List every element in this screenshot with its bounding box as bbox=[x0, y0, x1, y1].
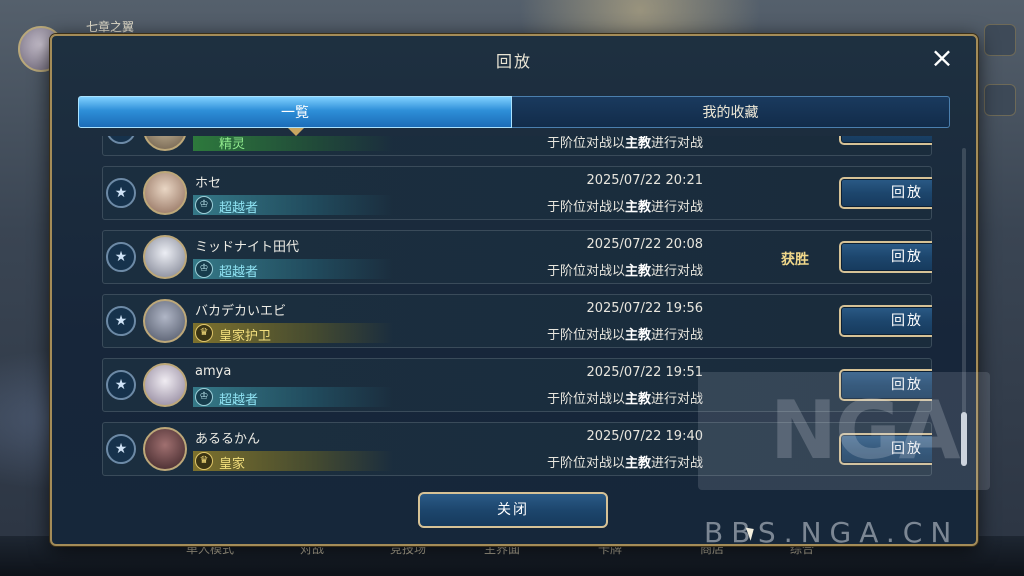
favorite-star-icon[interactable]: ★ bbox=[106, 242, 136, 272]
crown-icon: ♛ bbox=[195, 324, 213, 342]
replay-button[interactable] bbox=[839, 136, 932, 145]
watermark-url: BBS.NGA.CN bbox=[704, 516, 960, 549]
side-menu-icon bbox=[984, 84, 1016, 116]
favorite-star-icon[interactable]: ★ bbox=[106, 370, 136, 400]
avatar bbox=[143, 427, 187, 471]
replay-button[interactable]: 回放 bbox=[839, 305, 932, 337]
avatar bbox=[143, 171, 187, 215]
player-name: ホセ bbox=[195, 176, 222, 191]
player-name: amya bbox=[195, 364, 232, 379]
rank-label: 皇家 bbox=[219, 457, 246, 472]
match-date: 2025/07/22 19:40 bbox=[586, 429, 703, 444]
avatar bbox=[143, 235, 187, 279]
match-desc: 于阶位对战以主教进行对战 bbox=[546, 456, 703, 471]
rank-emblem-icon: ♔ bbox=[195, 260, 213, 278]
match-desc: 于阶位对战以主教进行对战 bbox=[546, 200, 703, 215]
tab-bar: 一覧 我的收藏 bbox=[78, 96, 950, 136]
rank-label: 超越者 bbox=[219, 201, 259, 216]
close-button[interactable]: 关闭 bbox=[418, 492, 608, 528]
avatar bbox=[143, 136, 187, 151]
win-badge: 获胜 bbox=[781, 252, 809, 268]
list-item: ★ ホセ ♔ 超越者 2025/07/22 20:21 于阶位对战以主教进行对战… bbox=[102, 166, 932, 220]
favorite-star-icon[interactable]: ★ bbox=[106, 178, 136, 208]
avatar bbox=[143, 363, 187, 407]
favorite-star-icon[interactable]: ★ bbox=[106, 434, 136, 464]
tab-list[interactable]: 一覧 bbox=[78, 96, 512, 136]
rank-emblem-icon: ♔ bbox=[195, 196, 213, 214]
crown-icon: ♛ bbox=[195, 452, 213, 470]
watermark-text: NGA bbox=[770, 384, 961, 477]
player-name: ミッドナイト田代 bbox=[195, 240, 300, 255]
player-name: あるるかん bbox=[195, 432, 261, 447]
tab-favorites[interactable]: 我的收藏 bbox=[512, 96, 950, 128]
tab-label: 一覧 bbox=[281, 105, 309, 121]
match-date: 2025/07/22 19:56 bbox=[586, 301, 703, 316]
rank-label: 精灵 bbox=[219, 137, 246, 152]
favorite-star-icon[interactable]: ★ bbox=[106, 306, 136, 336]
rank-emblem-icon: ♔ bbox=[195, 388, 213, 406]
close-icon[interactable]: × bbox=[928, 44, 956, 72]
match-date: 2025/07/22 20:21 bbox=[586, 173, 703, 188]
match-date: 2025/07/22 20:08 bbox=[586, 237, 703, 252]
match-desc: 于阶位对战以主教进行对战 bbox=[546, 328, 703, 343]
side-menu-icon bbox=[984, 24, 1016, 56]
list-item: ★ ミッドナイト田代 ♔ 超越者 2025/07/22 20:08 于阶位对战以… bbox=[102, 230, 932, 284]
player-name: バカデカいエビ bbox=[195, 304, 287, 319]
dialog-title: 回放 bbox=[495, 52, 532, 71]
match-desc: 于阶位对战以主教进行对战 bbox=[546, 136, 703, 151]
tab-label: 我的收藏 bbox=[702, 105, 759, 121]
rank-label: 超越者 bbox=[219, 265, 259, 280]
match-desc: 于阶位对战以主教进行对战 bbox=[546, 264, 703, 279]
replay-button[interactable]: 回放 bbox=[839, 241, 932, 273]
replay-button[interactable]: 回放 bbox=[839, 177, 932, 209]
player-name-bg: 七章之翼 bbox=[86, 20, 135, 34]
match-desc: 于阶位对战以主教进行对战 bbox=[546, 392, 703, 407]
rank-label: 超越者 bbox=[219, 393, 259, 408]
tab-pointer-icon bbox=[288, 128, 304, 136]
favorite-star-icon[interactable]: ★ bbox=[106, 136, 136, 144]
match-date: 2025/07/22 19:51 bbox=[586, 365, 703, 380]
list-item: ★ バカデカいエビ ♛ 皇家护卫 2025/07/22 19:56 于阶位对战以… bbox=[102, 294, 932, 348]
list-item: ★ 精灵 于阶位对战以主教进行对战 bbox=[102, 136, 932, 156]
rank-label: 皇家护卫 bbox=[219, 329, 272, 344]
avatar bbox=[143, 299, 187, 343]
